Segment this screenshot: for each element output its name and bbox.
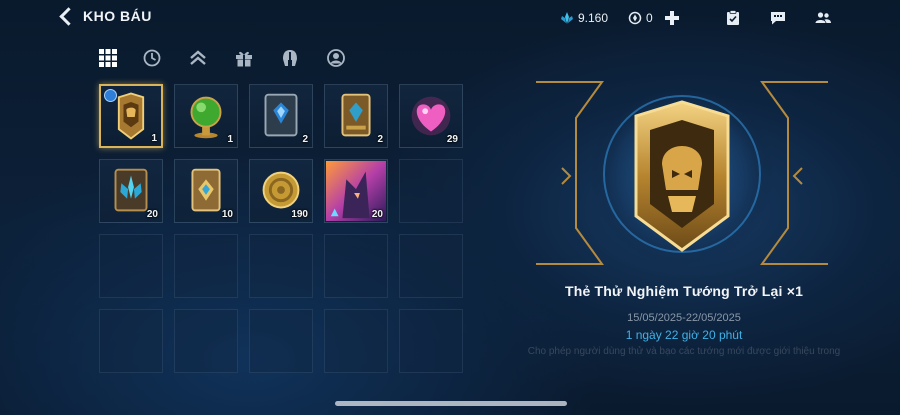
back-button[interactable]: KHO BÁU (59, 6, 152, 26)
avatar-icon[interactable] (326, 48, 346, 68)
item-count: 1 (151, 133, 157, 144)
inventory-slot[interactable]: 2 (249, 84, 313, 148)
inventory-slot[interactable]: 20 (99, 159, 163, 223)
add-currency-button[interactable] (664, 10, 680, 26)
chevron-left-icon (59, 6, 78, 26)
chat-icon[interactable] (769, 10, 787, 26)
gift-icon[interactable] (234, 48, 254, 68)
item-count: 190 (291, 209, 308, 220)
empty-slot (399, 309, 463, 373)
empty-slot (324, 234, 388, 298)
token-amount: 0 (646, 11, 653, 25)
item-count: 1 (227, 134, 233, 145)
item-count: 29 (446, 134, 458, 145)
page-title: KHO BÁU (83, 8, 152, 24)
selected-item-emblem (536, 81, 828, 266)
item-time-remaining: 1 ngày 22 giờ 20 phút (625, 328, 743, 342)
top-bar: KHO BÁU 9.160 0 (0, 0, 900, 40)
token-currency: 0 (628, 11, 653, 25)
inventory-slot[interactable]: 1 (174, 84, 238, 148)
crystal-icon (561, 12, 573, 24)
inventory-slot[interactable]: 20 (324, 159, 388, 223)
timed-badge-icon (104, 89, 117, 102)
empty-slot (399, 234, 463, 298)
item-description: Cho phép người dùng thử và bạo các tướng… (527, 346, 841, 357)
crystal-currency: 9.160 (560, 11, 608, 25)
crystal-amount: 9.160 (578, 11, 609, 25)
empty-slot (174, 234, 238, 298)
grid-icon[interactable] (98, 48, 118, 68)
item-name: Thẻ Thử Nghiệm Tướng Trở Lại ×1 (564, 283, 804, 299)
empty-slot (99, 309, 163, 373)
item-date-range: 15/05/2025-22/05/2025 (627, 312, 741, 324)
empty-slot (249, 309, 313, 373)
clock-icon[interactable] (142, 48, 162, 68)
home-indicator[interactable] (335, 401, 567, 406)
empty-slot (249, 234, 313, 298)
token-icon (628, 11, 642, 25)
clipboard-check-icon[interactable] (724, 10, 742, 26)
empty-slot (174, 309, 238, 373)
item-count: 2 (377, 134, 383, 145)
empty-slot (399, 159, 463, 223)
item-count: 20 (371, 209, 383, 220)
item-count: 2 (302, 134, 308, 145)
helmet-icon[interactable] (280, 48, 300, 68)
inventory-slot[interactable]: 29 (399, 84, 463, 148)
inventory-slot[interactable]: 2 (324, 84, 388, 148)
empty-slot (324, 309, 388, 373)
friends-icon[interactable] (814, 10, 832, 26)
item-count: 10 (221, 209, 233, 220)
item-count: 20 (146, 209, 158, 220)
empty-slot (99, 234, 163, 298)
inventory-slot[interactable]: 1 (99, 84, 163, 148)
rank-chevrons-icon[interactable] (188, 48, 208, 68)
inventory-slot[interactable]: 190 (249, 159, 313, 223)
inventory-slot[interactable]: 10 (174, 159, 238, 223)
